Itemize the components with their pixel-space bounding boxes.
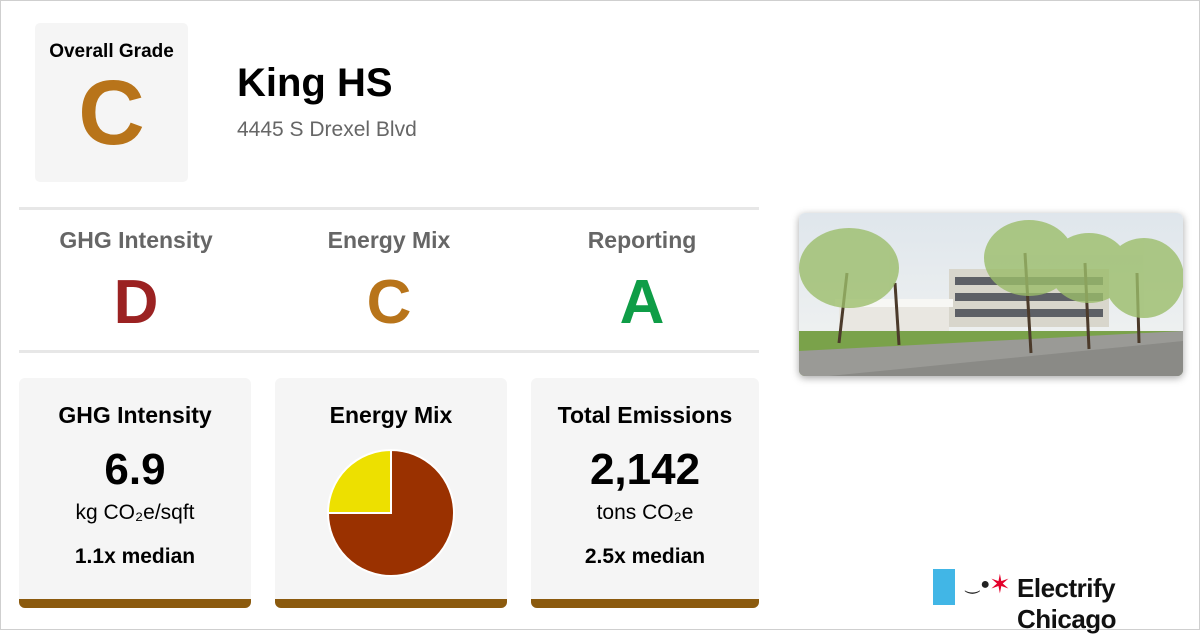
card-accent-bar	[19, 599, 251, 608]
card-median: 2.5x median	[584, 545, 706, 568]
pie-slice-1	[326, 448, 392, 514]
card-accent-bar	[275, 599, 507, 608]
overall-grade-box: Overall Grade C	[35, 23, 188, 182]
subgrade-energy-mix: Energy Mix C	[269, 227, 509, 334]
electrify-chicago-logo[interactable]: ⏝● ✶ Electrify Chicago	[933, 569, 1183, 634]
card-ghg-intensity: GHG Intensity 6.9 kg CO₂e/sqft 1.1x medi…	[19, 378, 251, 608]
card-unit: tons CO₂e	[596, 501, 694, 524]
subgrade-reporting: Reporting A	[522, 227, 762, 334]
overall-grade-letter: C	[78, 62, 145, 164]
card-title: Energy Mix	[329, 402, 453, 428]
card-total-emissions: Total Emissions 2,142 tons CO₂e 2.5x med…	[531, 378, 759, 608]
subgrade-ghg: GHG Intensity D	[16, 227, 256, 334]
overall-grade-label: Overall Grade	[49, 41, 174, 62]
building-name: King HS	[237, 61, 393, 105]
card-accent-bar	[531, 599, 759, 608]
building-street-photo-icon	[799, 213, 1183, 376]
brand-name: Electrify Chicago	[1017, 573, 1117, 634]
card-value: 2,142	[589, 445, 701, 494]
subgrade-label: Reporting	[587, 227, 697, 253]
card-title: Total Emissions	[557, 402, 733, 428]
energy-mix-pie-chart	[326, 448, 455, 577]
plug-icon: ⏝●	[965, 576, 991, 593]
card-energy-mix: Energy Mix	[275, 378, 507, 608]
building-photo	[799, 213, 1183, 376]
report-card: Overall Grade C King HS 4445 S Drexel Bl…	[0, 0, 1200, 634]
card-unit: kg CO₂e/sqft	[75, 501, 195, 524]
subgrade-letter: A	[619, 268, 665, 337]
flag-icon	[933, 569, 955, 605]
building-address: 4445 S Drexel Blvd	[237, 118, 417, 141]
subgrade-letter: C	[366, 268, 412, 337]
card-title: GHG Intensity	[58, 402, 212, 428]
divider-bottom	[19, 350, 759, 353]
divider-top	[19, 207, 759, 210]
card-value: 6.9	[104, 445, 166, 494]
chicago-star-icon: ✶	[989, 569, 1011, 599]
subgrade-label: GHG Intensity	[59, 227, 213, 253]
subgrade-label: Energy Mix	[327, 227, 451, 253]
card-median: 1.1x median	[74, 545, 196, 568]
subgrade-letter: D	[113, 268, 159, 337]
